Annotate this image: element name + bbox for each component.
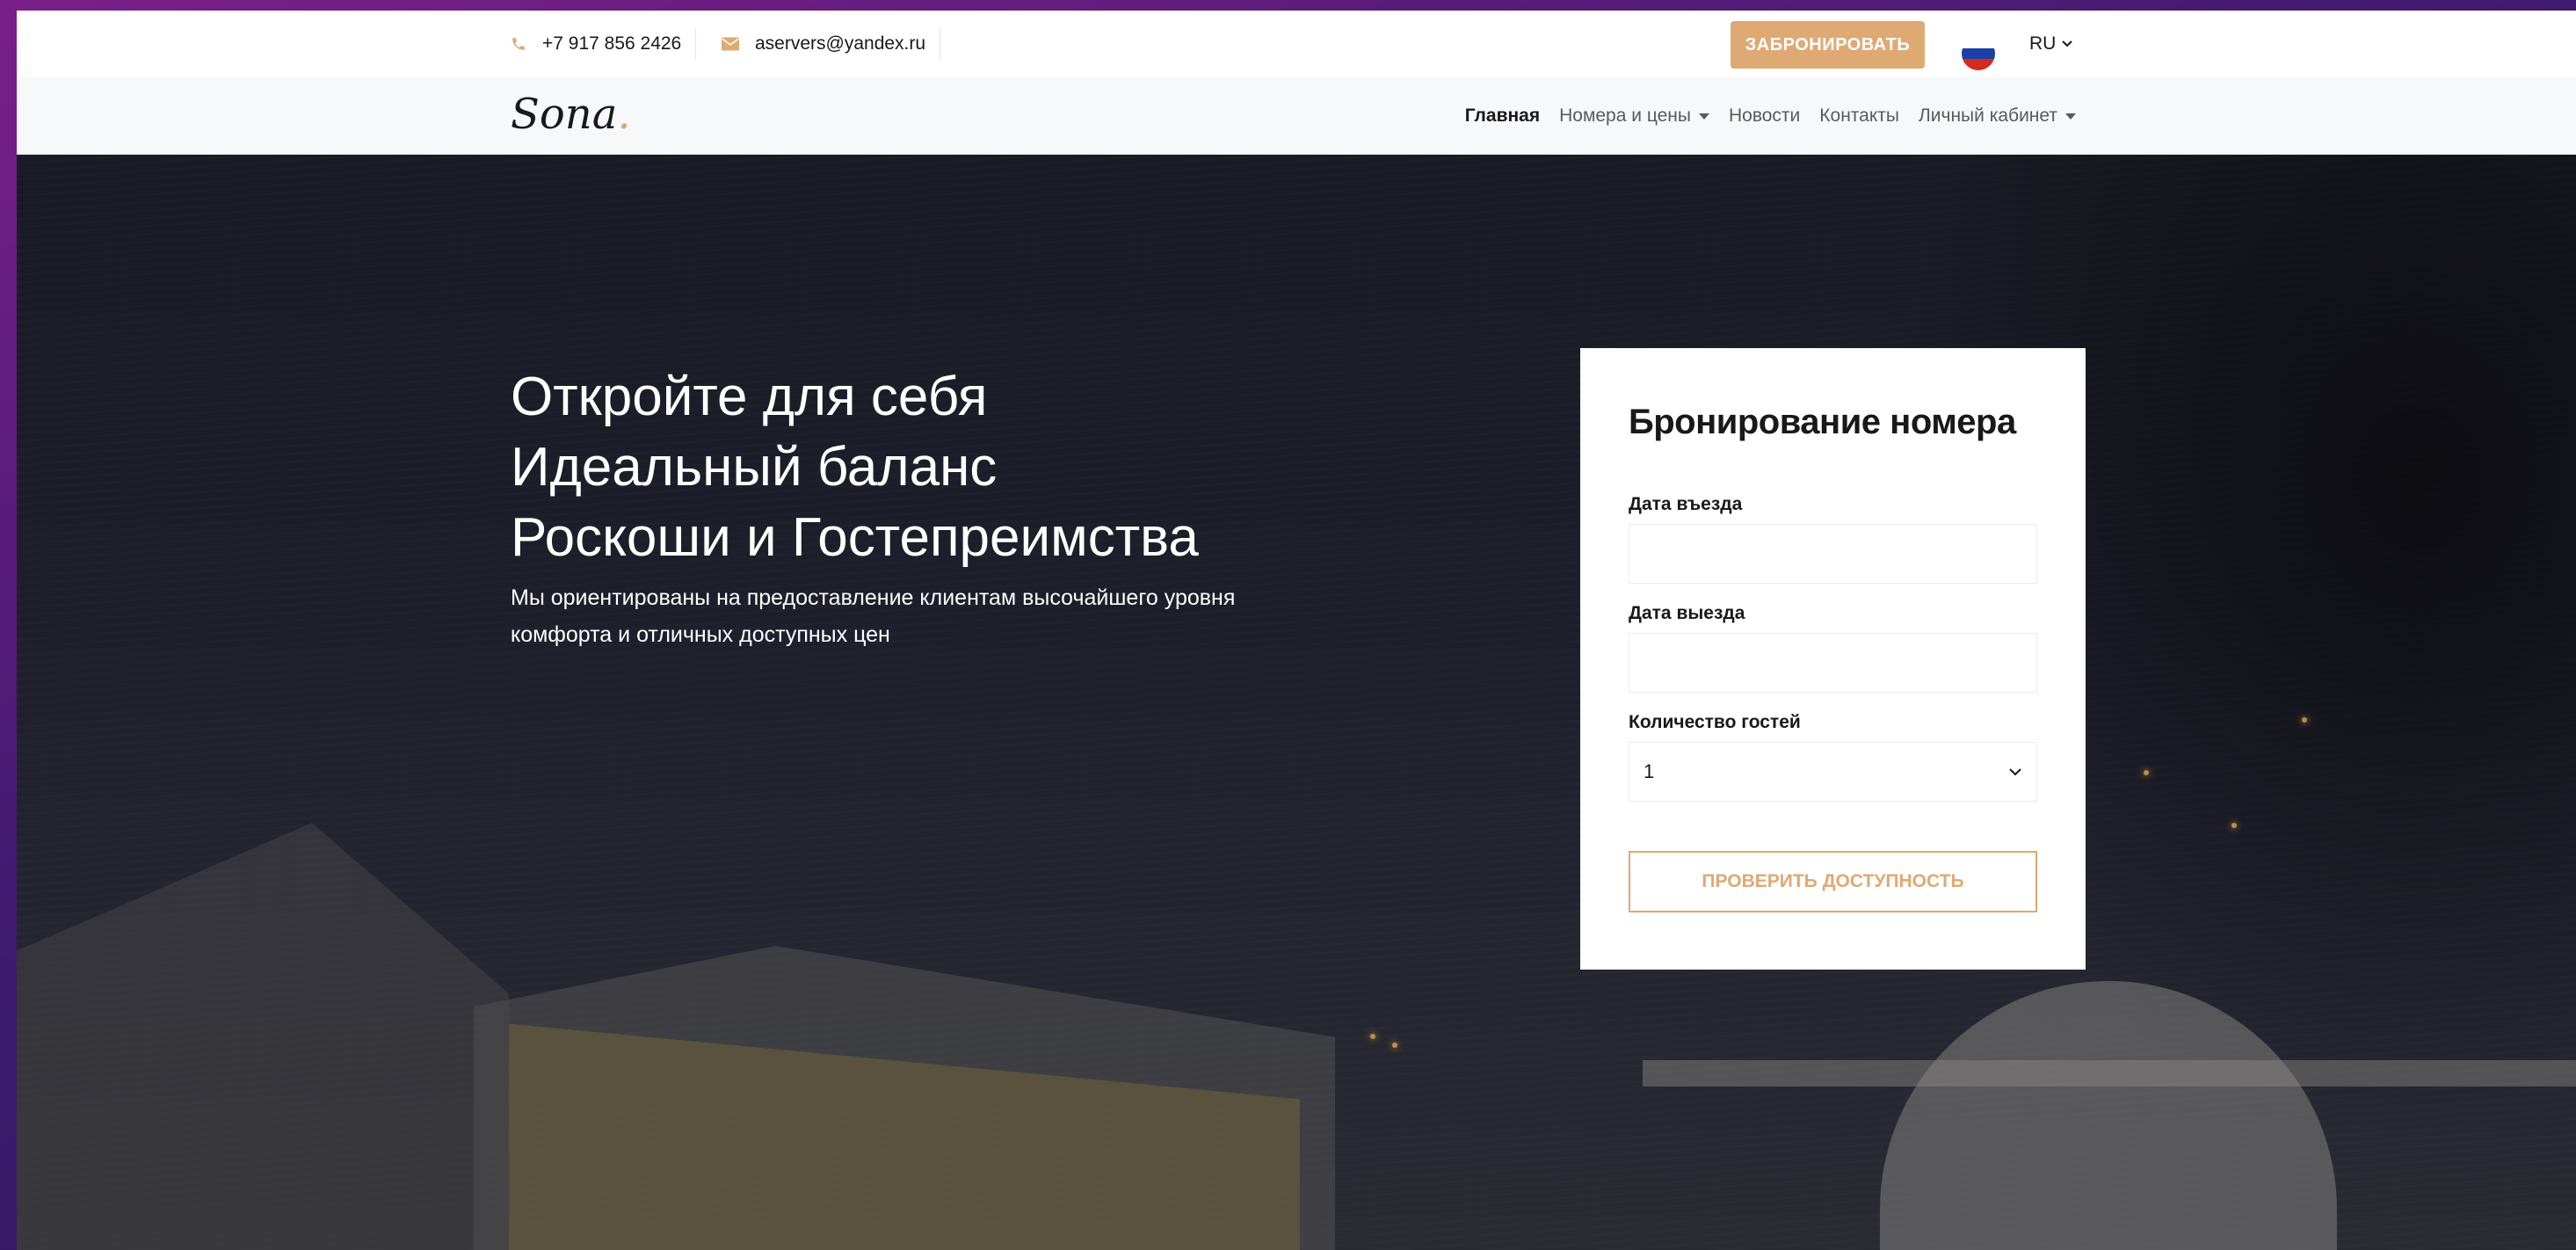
nav-item-rooms[interactable]: Номера и цены — [1559, 105, 1709, 127]
caret-down-icon — [2065, 113, 2076, 120]
booking-form: Бронирование номера Дата въезда Дата вые… — [1580, 348, 2086, 970]
nav-item-label: Контакты — [1819, 105, 1899, 126]
chevron-down-icon — [2009, 768, 2021, 776]
booking-title: Бронирование номера — [1629, 403, 2016, 441]
nav-item-label: Личный кабинет — [1919, 105, 2057, 126]
town-light — [1370, 1034, 1375, 1039]
hero-title-line: Роскоши и Гостепреимства — [511, 507, 1199, 568]
language-label: RU — [2029, 33, 2057, 54]
hero-title-line: Идеальный баланс — [511, 437, 998, 498]
nav-item-label: Главная — [1464, 105, 1541, 126]
book-now-button[interactable]: ЗАБРОНИРОВАТЬ — [1731, 21, 1925, 69]
town-light — [2231, 823, 2237, 828]
nav-item-home[interactable]: Главная — [1465, 105, 1540, 127]
nav-item-account[interactable]: Личный кабинет — [1919, 105, 2076, 127]
russian-flag-icon[interactable] — [1962, 37, 1995, 70]
email-address: aservers@yandex.ru — [755, 33, 926, 54]
phone-icon — [512, 38, 525, 50]
checkin-date-input[interactable] — [1629, 524, 2037, 584]
hero-background-railing — [1643, 1060, 2576, 1086]
nav-menu: Главная Номера и цены Новости Контакты Л… — [1465, 77, 2076, 154]
logo-dot: . — [617, 90, 631, 139]
logo-text: Sona — [511, 90, 618, 139]
nav-item-label: Новости — [1728, 105, 1801, 126]
language-selector[interactable]: RU — [2029, 11, 2073, 77]
main-navbar: Sona. Главная Номера и цены Новости Конт… — [17, 77, 2576, 155]
top-bar: +7 917 856 2426 aservers@yandex.ru ЗАБРО… — [17, 11, 2576, 77]
guests-value: 1 — [1644, 760, 1655, 782]
nav-item-news[interactable]: Новости — [1729, 105, 1800, 127]
phone-number: +7 917 856 2426 — [542, 33, 682, 54]
guests-select[interactable]: 1 — [1629, 742, 2037, 802]
caret-down-icon — [1698, 113, 1709, 120]
hero-section: Откройте для себя Идеальный баланс Роско… — [17, 155, 2576, 1250]
nav-item-contacts[interactable]: Контакты — [1819, 105, 1899, 127]
nav-item-label: Номера и цены — [1559, 105, 1691, 126]
hero-title: Откройте для себя Идеальный баланс Роско… — [511, 362, 1302, 573]
checkout-date-input[interactable] — [1629, 633, 2037, 693]
chevron-down-icon — [2062, 40, 2073, 47]
browser-viewport: +7 917 856 2426 aservers@yandex.ru ЗАБРО… — [17, 11, 2576, 1250]
phone-contact[interactable]: +7 917 856 2426 — [511, 28, 697, 60]
check-availability-button[interactable]: ПРОВЕРИТЬ ДОСТУПНОСТЬ — [1629, 851, 2037, 912]
town-light — [2302, 717, 2307, 723]
hero-title-line: Откройте для себя — [511, 367, 988, 427]
guests-label: Количество гостей — [1629, 712, 1801, 732]
envelope-icon — [722, 37, 739, 51]
site-logo[interactable]: Sona. — [511, 90, 631, 139]
town-light — [2144, 770, 2149, 775]
hero-subtitle: Мы ориентированы на предоставление клиен… — [511, 585, 1236, 647]
email-contact[interactable]: aservers@yandex.ru — [722, 28, 941, 60]
checkout-label: Дата выезда — [1629, 603, 1745, 623]
town-light — [1392, 1043, 1397, 1048]
checkin-label: Дата въезда — [1629, 494, 1743, 514]
